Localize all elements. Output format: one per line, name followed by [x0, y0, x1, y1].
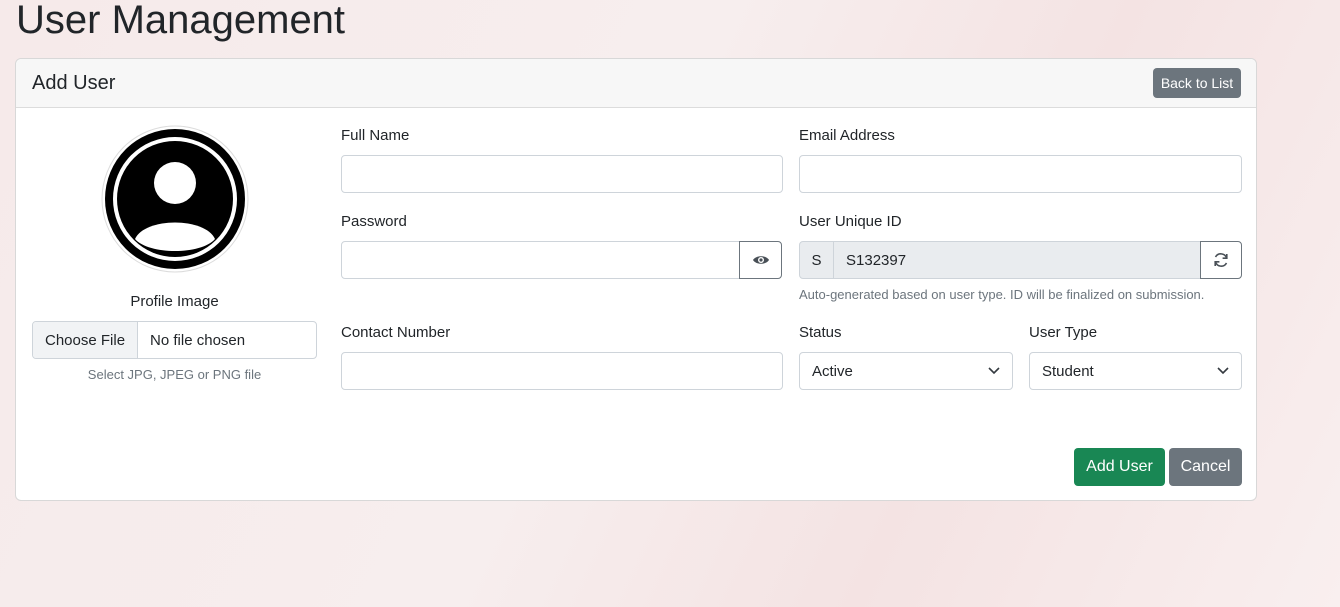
add-user-button[interactable]: Add User [1074, 448, 1165, 486]
profile-image-label: Profile Image [130, 293, 219, 310]
unique-id-prefix: S [799, 241, 834, 279]
unique-id-label: User Unique ID [799, 213, 902, 230]
full-name-label: Full Name [341, 127, 410, 144]
password-input[interactable] [341, 241, 740, 279]
user-type-label: User Type [1029, 324, 1098, 341]
eye-icon [752, 256, 769, 264]
profile-image-file-input[interactable]: Choose File No file chosen [32, 321, 317, 359]
choose-file-button[interactable]: Choose File [33, 322, 139, 358]
file-status: No file chosen [150, 331, 246, 349]
refresh-icon [1214, 253, 1228, 267]
card-title: Add User [32, 72, 116, 94]
user-type-select[interactable]: Student [1029, 352, 1242, 390]
regenerate-id-button[interactable] [1200, 241, 1242, 279]
user-type-selected-value: Student [1042, 362, 1094, 380]
page-title: User Management [16, 0, 346, 42]
chevron-down-icon [988, 367, 1000, 375]
contact-number-input[interactable] [341, 352, 783, 390]
unique-id-input: S132397 [833, 241, 1201, 279]
status-select[interactable]: Active [799, 352, 1013, 390]
contact-number-label: Contact Number [341, 324, 451, 341]
email-label: Email Address [799, 127, 895, 144]
file-hint: Select JPG, JPEG or PNG file [87, 367, 262, 382]
full-name-input[interactable] [341, 155, 783, 193]
profile-avatar [101, 125, 249, 273]
status-label: Status [799, 324, 842, 341]
toggle-password-button[interactable] [739, 241, 782, 279]
status-selected-value: Active [812, 362, 853, 380]
cancel-button[interactable]: Cancel [1169, 448, 1242, 486]
add-user-card: Add User Back to List Profile Image Choo… [15, 58, 1257, 501]
unique-id-help-text: Auto-generated based on user type. ID wi… [799, 287, 1205, 302]
password-label: Password [341, 213, 407, 230]
chevron-down-icon [1217, 367, 1229, 375]
back-to-list-button[interactable]: Back to List [1153, 68, 1241, 98]
user-avatar-icon [101, 125, 249, 273]
email-input[interactable] [799, 155, 1242, 193]
card-header: Add User Back to List [16, 59, 1256, 108]
